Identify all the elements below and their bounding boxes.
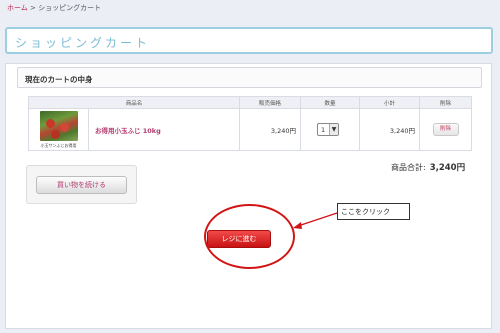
breadcrumb: ホーム > ショッピングカート — [7, 3, 101, 13]
product-image[interactable] — [39, 110, 78, 141]
highlight-ellipse — [204, 204, 295, 269]
quantity-value: 1 — [321, 125, 326, 134]
product-subtotal: 3,240円 — [359, 108, 421, 151]
table-header-row: 商品名 販売価格 数量 小計 削除 — [27, 96, 473, 109]
product-name-link[interactable]: お得用小玉ふじ 10kg — [89, 127, 161, 135]
product-thumbnail-cell: 小玉サンふじお得用 — [28, 108, 89, 151]
section-header: 現在のカートの中身 — [17, 67, 482, 88]
product-price: 3,240円 — [239, 108, 302, 151]
continue-shopping-box: 買い物を続ける — [26, 165, 137, 204]
quantity-select[interactable]: 1 ▼ — [317, 123, 340, 136]
cart-total-label: 商品合計: — [391, 163, 426, 172]
product-image-caption: 小玉サンふじお得用 — [40, 142, 77, 148]
column-header-delete: 削除 — [419, 96, 473, 109]
cart-total-value: 3,240円 — [429, 163, 466, 173]
column-header-product: 商品名 — [27, 96, 241, 109]
cart-panel: 現在のカートの中身 商品名 販売価格 数量 小計 削除 小玉サンふじお得用 お得… — [5, 63, 492, 329]
cart-table: 商品名 販売価格 数量 小計 削除 小玉サンふじお得用 お得用小玉ふじ 10kg… — [27, 96, 473, 151]
column-header-price: 販売価格 — [239, 96, 302, 109]
callout-label: ここをクリック — [337, 203, 410, 220]
column-header-quantity: 数量 — [300, 96, 361, 109]
page-title: ショッピングカート — [5, 27, 493, 54]
breadcrumb-separator: > — [27, 4, 39, 12]
column-header-subtotal: 小計 — [359, 96, 421, 109]
continue-shopping-button[interactable]: 買い物を続ける — [36, 176, 127, 194]
breadcrumb-current: ショッピングカート — [38, 4, 102, 12]
table-row: 小玉サンふじお得用 お得用小玉ふじ 10kg 3,240円 1 ▼ 3,240円… — [28, 108, 473, 151]
delete-button[interactable]: 削除 — [432, 123, 459, 136]
breadcrumb-home-link[interactable]: ホーム — [7, 4, 28, 12]
cart-total: 商品合計: 3,240円 — [391, 161, 465, 173]
chevron-down-icon: ▼ — [329, 124, 339, 135]
